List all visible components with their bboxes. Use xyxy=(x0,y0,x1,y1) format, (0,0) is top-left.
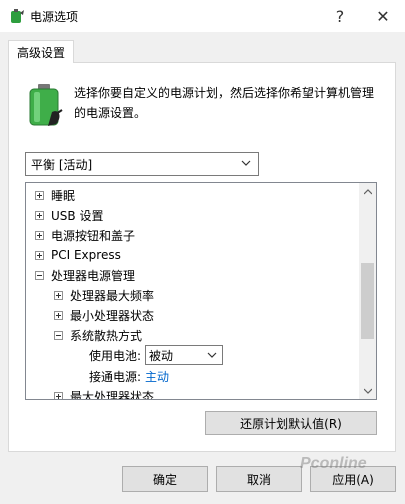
chevron-down-icon xyxy=(207,352,217,358)
tree-item-max-processor-state[interactable]: 最大处理器状态 xyxy=(54,386,155,400)
help-button[interactable]: ? xyxy=(318,0,362,32)
title-bar: 电源选项 ? ✕ xyxy=(0,0,405,32)
scrollbar-thumb[interactable] xyxy=(361,263,374,339)
tab-advanced-settings[interactable]: 高级设置 xyxy=(8,40,74,63)
tree-setting-plugged-in: 接通电源: 主动 xyxy=(89,366,169,386)
tree-item-sleep[interactable]: 睡眠 xyxy=(35,185,75,205)
tree-item-power-buttons[interactable]: 电源按钮和盖子 xyxy=(35,225,135,245)
expand-icon[interactable] xyxy=(35,250,44,260)
tree-item-label: 最大处理器状态 xyxy=(70,389,155,400)
tree-item-label: USB 设置 xyxy=(51,208,104,223)
tree-setting-on-battery: 使用电池: 被动 xyxy=(89,345,223,365)
scroll-down-arrow[interactable] xyxy=(359,382,376,399)
expand-icon[interactable] xyxy=(35,190,44,200)
tree-item-label: PCI Express xyxy=(51,248,121,262)
cancel-button[interactable]: 取消 xyxy=(216,466,302,492)
tree-item-label: 处理器最大频率 xyxy=(70,288,155,303)
expand-icon[interactable] xyxy=(35,210,44,220)
chevron-down-icon xyxy=(363,388,372,394)
expand-icon[interactable] xyxy=(54,391,63,399)
tree-item-pci-express[interactable]: PCI Express xyxy=(35,245,121,265)
tree-item-usb-settings[interactable]: USB 设置 xyxy=(35,205,103,225)
collapse-icon[interactable] xyxy=(35,270,44,280)
tree-item-min-processor-state[interactable]: 最小处理器状态 xyxy=(54,305,154,325)
window-title: 电源选项 xyxy=(30,10,79,24)
battery-icon xyxy=(29,84,63,126)
settings-tree[interactable]: 睡眠 USB 设置 电源按钮和盖子 PCI Express 处理器电源管理 处理… xyxy=(25,182,377,400)
plugged-in-value-link[interactable]: 主动 xyxy=(145,368,169,385)
expand-icon[interactable] xyxy=(54,310,63,320)
on-battery-value: 被动 xyxy=(149,348,174,363)
setting-label: 接通电源: xyxy=(89,369,142,384)
ok-button[interactable]: 确定 xyxy=(122,466,208,492)
expand-icon[interactable] xyxy=(35,230,44,240)
tree-item-label: 处理器电源管理 xyxy=(51,268,136,283)
chevron-down-icon xyxy=(241,160,251,166)
tree-item-cooling-policy[interactable]: 系统散热方式 xyxy=(54,325,142,345)
chevron-up-icon xyxy=(363,188,372,194)
vertical-scrollbar[interactable] xyxy=(359,183,376,399)
close-button[interactable]: ✕ xyxy=(361,0,405,32)
tree-item-label: 系统散热方式 xyxy=(70,328,143,343)
tree-item-label: 最小处理器状态 xyxy=(70,308,155,323)
description-text: 选择你要自定义的电源计划，然后选择你希望计算机管理的电源设置。 xyxy=(74,86,375,120)
tree-item-label: 睡眠 xyxy=(51,188,76,203)
restore-defaults-button[interactable]: 还原计划默认值(R) xyxy=(205,411,377,435)
power-options-icon xyxy=(11,9,24,23)
expand-icon[interactable] xyxy=(54,290,63,300)
power-plan-value: 平衡 [活动] xyxy=(31,157,93,172)
tree-item-processor-power[interactable]: 处理器电源管理 xyxy=(35,265,135,285)
setting-label: 使用电池: xyxy=(89,348,142,363)
tree-item-max-frequency[interactable]: 处理器最大频率 xyxy=(54,285,154,305)
scroll-up-arrow[interactable] xyxy=(359,183,376,200)
tree-item-label: 电源按钮和盖子 xyxy=(51,228,136,243)
on-battery-select[interactable]: 被动 xyxy=(145,345,223,365)
collapse-icon[interactable] xyxy=(54,330,63,340)
watermark: Pconline xyxy=(300,455,367,472)
power-plan-select[interactable]: 平衡 [活动] xyxy=(25,152,259,176)
